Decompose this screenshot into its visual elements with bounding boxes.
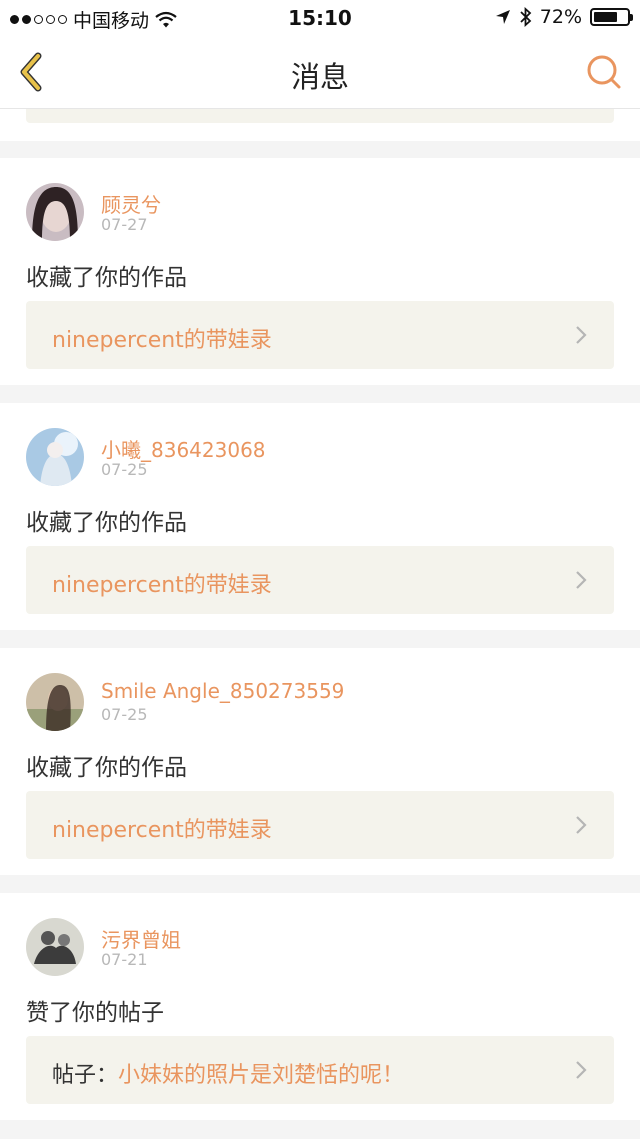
message-action: 收藏了你的作品 — [26, 755, 187, 781]
chevron-right-icon — [576, 816, 587, 834]
message-card: 污界曾姐 07-21 赞了你的帖子 帖子：小妹妹的照片是刘楚恬的呢！ — [0, 893, 640, 1120]
message-card: Smile Angle_850273559 07-25 收藏了你的作品 nine… — [0, 648, 640, 875]
username[interactable]: 小曦_836423068 — [101, 434, 266, 463]
message-action: 赞了你的帖子 — [26, 1000, 164, 1026]
location-arrow-icon — [495, 10, 510, 24]
nav-bar: 消息 — [0, 36, 640, 109]
status-bar: 中国移动 15:10 72% — [0, 0, 640, 36]
avatar[interactable] — [26, 428, 84, 486]
avatar[interactable] — [26, 673, 84, 731]
message-date: 07-25 — [101, 705, 148, 724]
message-action: 收藏了你的作品 — [26, 265, 187, 291]
avatar[interactable] — [26, 918, 84, 976]
message-action: 收藏了你的作品 — [26, 510, 187, 536]
linked-item-text: ninepercent的带娃录 — [52, 328, 272, 353]
message-date: 07-27 — [101, 215, 148, 234]
page-title: 消息 — [290, 60, 349, 94]
linked-item-text: ninepercent的带娃录 — [52, 573, 272, 598]
linked-item[interactable]: ninepercent的带娃录 — [26, 791, 614, 859]
linked-item-text: 帖子：小妹妹的照片是刘楚恬的呢！ — [52, 1063, 405, 1088]
battery-icon — [590, 8, 633, 26]
battery-level — [594, 12, 617, 22]
username[interactable]: 污界曾姐 — [101, 924, 181, 953]
chevron-right-icon — [576, 1061, 587, 1079]
chevron-right-icon — [576, 326, 587, 344]
linked-item-text: ninepercent的带娃录 — [52, 818, 272, 843]
previous-message-tail — [0, 109, 640, 141]
linked-item[interactable]: ninepercent的带娃录 — [26, 546, 614, 614]
username[interactable]: Smile Angle_850273559 — [101, 679, 344, 703]
chevron-right-icon — [576, 571, 587, 589]
search-icon — [587, 55, 621, 89]
search-button[interactable] — [582, 50, 626, 94]
message-date: 07-25 — [101, 460, 148, 479]
status-bar-right: 72% — [495, 6, 633, 28]
message-card: 小曦_836423068 07-25 收藏了你的作品 ninepercent的带… — [0, 403, 640, 630]
battery-percent: 72% — [539, 6, 582, 28]
avatar[interactable] — [26, 183, 84, 241]
message-card: 顾灵兮 07-27 收藏了你的作品 ninepercent的带娃录 — [0, 158, 640, 385]
message-date: 07-21 — [101, 950, 148, 969]
previous-link-box[interactable] — [26, 109, 614, 123]
linked-item[interactable]: 帖子：小妹妹的照片是刘楚恬的呢！ — [26, 1036, 614, 1104]
bluetooth-icon — [520, 7, 532, 27]
username[interactable]: 顾灵兮 — [101, 189, 161, 218]
linked-item[interactable]: ninepercent的带娃录 — [26, 301, 614, 369]
